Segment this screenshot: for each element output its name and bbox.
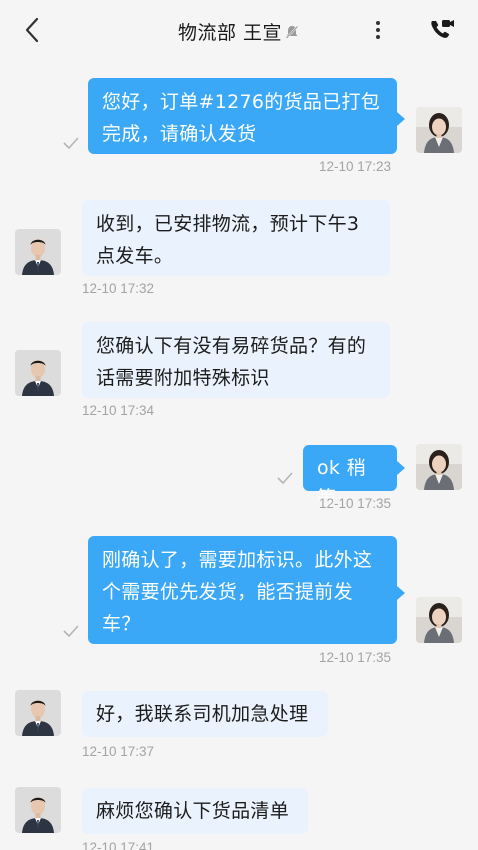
- message-text: 点发车。: [96, 245, 174, 267]
- message-text: 话需要附加特殊标识: [96, 367, 270, 389]
- chat-title: 物流部 王宣: [0, 18, 478, 45]
- avatar-self[interactable]: [416, 597, 462, 643]
- message-text: 完成，请确认发货: [102, 123, 257, 145]
- message-text: 收到，已安排物流，预计下午3: [96, 213, 360, 235]
- avatar-contact[interactable]: [15, 350, 61, 396]
- avatar-contact[interactable]: [15, 787, 61, 833]
- contact-name: 物流部 王宣: [177, 22, 283, 44]
- male-avatar-icon: [15, 229, 61, 275]
- message-timestamp: 12-10 17:34: [82, 403, 155, 418]
- female-avatar-icon: [416, 597, 462, 643]
- message-text: 个需要优先发货，能否提前发: [102, 581, 353, 603]
- chat-header: 物流部 王宣: [0, 0, 478, 60]
- bell-muted-icon: [285, 25, 299, 40]
- message-timestamp: 12-10 17:35: [319, 650, 392, 665]
- message-bubble-incoming[interactable]: 麻烦您确认下货品清单: [82, 788, 308, 834]
- avatar-self[interactable]: [416, 107, 462, 153]
- message-text: 车？: [102, 613, 141, 635]
- read-check-icon: [63, 137, 79, 150]
- message-bubble-incoming[interactable]: 收到，已安排物流，预计下午3 点发车。: [82, 200, 390, 276]
- avatar-contact[interactable]: [15, 690, 61, 736]
- phone-video-icon[interactable]: [428, 17, 456, 43]
- avatar-contact[interactable]: [15, 229, 61, 275]
- male-avatar-icon: [15, 787, 61, 833]
- message-timestamp: 12-10 17:23: [319, 159, 392, 174]
- message-list[interactable]: 您好，订单#1276的货品已打包 完成，请确认发货 12-10 17:23 收到…: [0, 60, 478, 850]
- message-text: 麻烦您确认下货品清单: [96, 800, 290, 822]
- message-text: 您好，订单#1276的货品已打包: [102, 91, 381, 113]
- message-bubble-outgoing[interactable]: ok 稍等: [303, 445, 405, 509]
- message-bubble-incoming[interactable]: 您确认下有没有易碎货品？有的 话需要附加特殊标识: [82, 322, 390, 398]
- message-text: 您确认下有没有易碎货品？有的: [96, 335, 367, 357]
- more-vertical-icon[interactable]: [366, 18, 390, 44]
- read-check-icon: [63, 625, 79, 638]
- message-bubble-outgoing[interactable]: 您好，订单#1276的货品已打包 完成，请确认发货: [88, 78, 405, 154]
- message-timestamp: 12-10 17:37: [82, 744, 155, 759]
- female-avatar-icon: [416, 107, 462, 153]
- message-text: 刚确认了，需要加标识。此外这: [102, 549, 373, 571]
- message-bubble-incoming[interactable]: 好，我联系司机加急处理: [82, 691, 328, 737]
- read-check-icon: [277, 472, 293, 485]
- message-text: 好，我联系司机加急处理: [96, 703, 309, 725]
- message-bubble-outgoing[interactable]: 刚确认了，需要加标识。此外这 个需要优先发货，能否提前发 车？: [88, 536, 405, 644]
- message-timestamp: 12-10 17:32: [82, 281, 155, 296]
- message-timestamp: 12-10 17:41: [82, 840, 155, 850]
- avatar-self[interactable]: [416, 444, 462, 490]
- male-avatar-icon: [15, 690, 61, 736]
- male-avatar-icon: [15, 350, 61, 396]
- female-avatar-icon: [416, 444, 462, 490]
- message-timestamp: 12-10 17:35: [319, 496, 392, 511]
